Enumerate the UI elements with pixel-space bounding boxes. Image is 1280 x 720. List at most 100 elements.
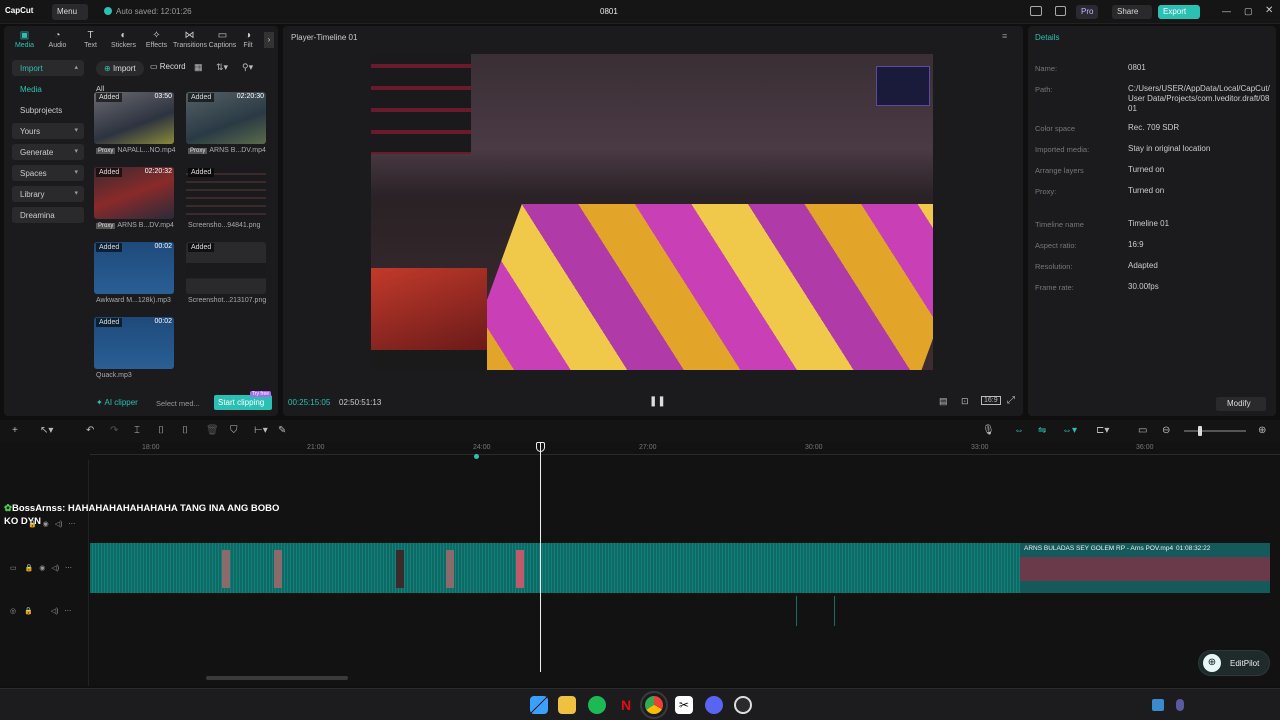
sidebar-item-media[interactable]: Media (12, 81, 84, 97)
zoom-slider-handle[interactable] (1198, 426, 1202, 436)
ai-clipper-label[interactable]: ✦ AI clipper (96, 398, 138, 407)
netflix-icon[interactable]: N (617, 696, 635, 714)
record-button[interactable]: ▭ Record (150, 62, 186, 71)
discord-icon[interactable] (705, 696, 723, 714)
pause-icon[interactable]: ❚❚ (649, 396, 666, 407)
media-thumbnail[interactable]: Added 00:02 (94, 317, 174, 369)
magnet-icon[interactable]: ⇋ (1038, 425, 1046, 436)
tab-effects[interactable]: ✧ Effects (140, 28, 173, 52)
layout-icon[interactable] (1030, 6, 1042, 16)
maximize-icon[interactable]: ▢ (1244, 6, 1253, 17)
tab-text[interactable]: T Text (74, 28, 107, 52)
sidebar-item-subprojects[interactable]: Subprojects (12, 102, 84, 118)
preview-axis-icon[interactable]: ⊏▾ (1096, 425, 1109, 436)
network-icon[interactable] (1152, 699, 1164, 711)
snap-icon[interactable]: ⇔▾ (1062, 425, 1077, 436)
lock-icon[interactable]: 🔒 (28, 521, 37, 528)
start-clipping-button[interactable]: Start clipping (214, 395, 272, 410)
split-icon[interactable]: ⌶ (134, 425, 140, 436)
sort-icon[interactable]: ⇅▾ (216, 62, 228, 73)
capcut-icon[interactable]: ✂ (675, 696, 693, 714)
snapshot-icon[interactable]: ⊡ (961, 396, 969, 407)
audio-clip[interactable] (834, 596, 835, 626)
more-icon[interactable]: ⋯ (68, 521, 75, 528)
export-button[interactable]: Export (1158, 5, 1200, 19)
sidebar-item-spaces[interactable]: Spaces ▾ (12, 165, 84, 181)
minimize-icon[interactable]: — (1222, 6, 1231, 16)
tab-stickers[interactable]: ◐ Stickers (107, 28, 140, 52)
shield-icon[interactable]: ⛉ (230, 425, 238, 436)
tab-transitions[interactable]: ⋈ Transitions (173, 28, 207, 52)
media-thumbnail[interactable]: Added (186, 242, 266, 294)
tabs-scroll-right[interactable]: › (264, 32, 274, 48)
audio-clip[interactable] (796, 596, 797, 626)
media-thumbnail[interactable]: Added 02:20:32 (94, 167, 174, 219)
media-thumbnail[interactable]: Added 02:20:30 (186, 92, 266, 144)
clip-segment[interactable] (516, 550, 524, 588)
undo-icon[interactable]: ↶ (86, 425, 94, 436)
select-tool-icon[interactable]: ↖▾ (40, 425, 53, 436)
cover-icon[interactable]: ▭ (10, 565, 17, 572)
more-icon[interactable]: ⋯ (64, 608, 71, 615)
audio-icon[interactable]: ◁) (51, 565, 59, 572)
windows-start-icon[interactable] (530, 696, 548, 714)
aspect-ratio-icon[interactable]: 16:9 (981, 396, 1001, 405)
select-media-dropdown[interactable]: Select med... (156, 399, 200, 408)
share-button[interactable]: Share (1112, 5, 1152, 19)
marker-icon[interactable] (474, 454, 479, 459)
media-thumbnail[interactable]: Added 03:50 (94, 92, 174, 144)
sidebar-item-yours[interactable]: Yours ▾ (12, 123, 84, 139)
clip-thumbnail-strip[interactable]: ARNS BULADAS SEY GOLEM RP - Arns POV.mp4… (1020, 543, 1270, 593)
playhead-handle[interactable] (536, 442, 545, 452)
freeze-icon[interactable]: ⊢▾ (254, 425, 268, 436)
sidebar-item-generate[interactable]: Generate ▾ (12, 144, 84, 160)
sidebar-item-dreamina[interactable]: Dreamina (12, 207, 84, 223)
timeline-scrollbar[interactable] (206, 676, 348, 680)
lock-icon[interactable]: 🔒 (25, 565, 34, 572)
redo-icon[interactable]: ↷ (110, 425, 118, 436)
link-icon[interactable]: ⇔ (1014, 425, 1024, 436)
microphone-icon[interactable]: 🎙 (982, 425, 995, 436)
tab-media[interactable]: ▣ Media (8, 28, 41, 52)
clip-segment[interactable] (274, 550, 282, 588)
close-icon[interactable]: ✕ (1265, 5, 1273, 16)
grid-view-icon[interactable]: ▦ (194, 62, 203, 73)
clip-segment[interactable] (446, 550, 454, 588)
audio-icon[interactable]: ◁) (55, 521, 63, 528)
chrome-icon[interactable] (640, 691, 668, 719)
clip-segment[interactable] (222, 550, 230, 588)
video-preview[interactable] (371, 54, 933, 370)
zoom-in-icon[interactable]: ⊕ (1258, 425, 1266, 436)
file-explorer-icon[interactable] (558, 696, 576, 714)
visibility-icon[interactable]: ◉ (39, 565, 45, 572)
draw-icon[interactable]: ✎ (278, 425, 286, 436)
spotify-icon[interactable] (588, 696, 606, 714)
more-icon[interactable]: ⋯ (65, 565, 72, 572)
zoom-out-icon[interactable]: ⊖ (1162, 425, 1170, 436)
tab-audio[interactable]: ◔ Audio (41, 28, 74, 52)
add-icon[interactable]: + (12, 425, 18, 436)
menu-button[interactable]: Menu (52, 4, 88, 20)
import-button[interactable]: ⊕ Import (96, 61, 144, 76)
fullscreen-icon[interactable]: ⤢ (1007, 395, 1015, 406)
zoom-slider[interactable] (1184, 426, 1246, 436)
delete-icon[interactable]: 🗑 (206, 425, 219, 436)
obs-icon[interactable] (734, 696, 752, 714)
split-left-icon[interactable]: ⌷ (158, 425, 164, 436)
subtitle-toggle-icon[interactable]: ▤ (939, 396, 948, 407)
filter-icon[interactable]: ⚲▾ (242, 62, 253, 73)
speed-icon[interactable]: ◎ (10, 608, 16, 615)
modify-button[interactable]: Modify (1216, 397, 1266, 411)
pro-button[interactable]: Pro (1076, 5, 1099, 19)
tab-captions[interactable]: ▭ Captions (206, 28, 239, 52)
tab-filters[interactable]: ◑ Filt (239, 28, 257, 52)
sidebar-item-import[interactable]: Import ▴ (12, 60, 84, 76)
sidebar-item-library[interactable]: Library ▾ (12, 186, 84, 202)
visibility-icon[interactable]: ◉ (43, 521, 49, 528)
lock-icon[interactable]: 🔒 (24, 608, 33, 615)
clip-segment[interactable] (396, 550, 404, 588)
split-right-icon[interactable]: ⌷ (182, 425, 188, 436)
media-thumbnail[interactable]: Added 00:02 (94, 242, 174, 294)
editpilot-button[interactable]: ⊕ EditPilot (1198, 650, 1270, 676)
panel-icon[interactable] (1055, 6, 1066, 16)
